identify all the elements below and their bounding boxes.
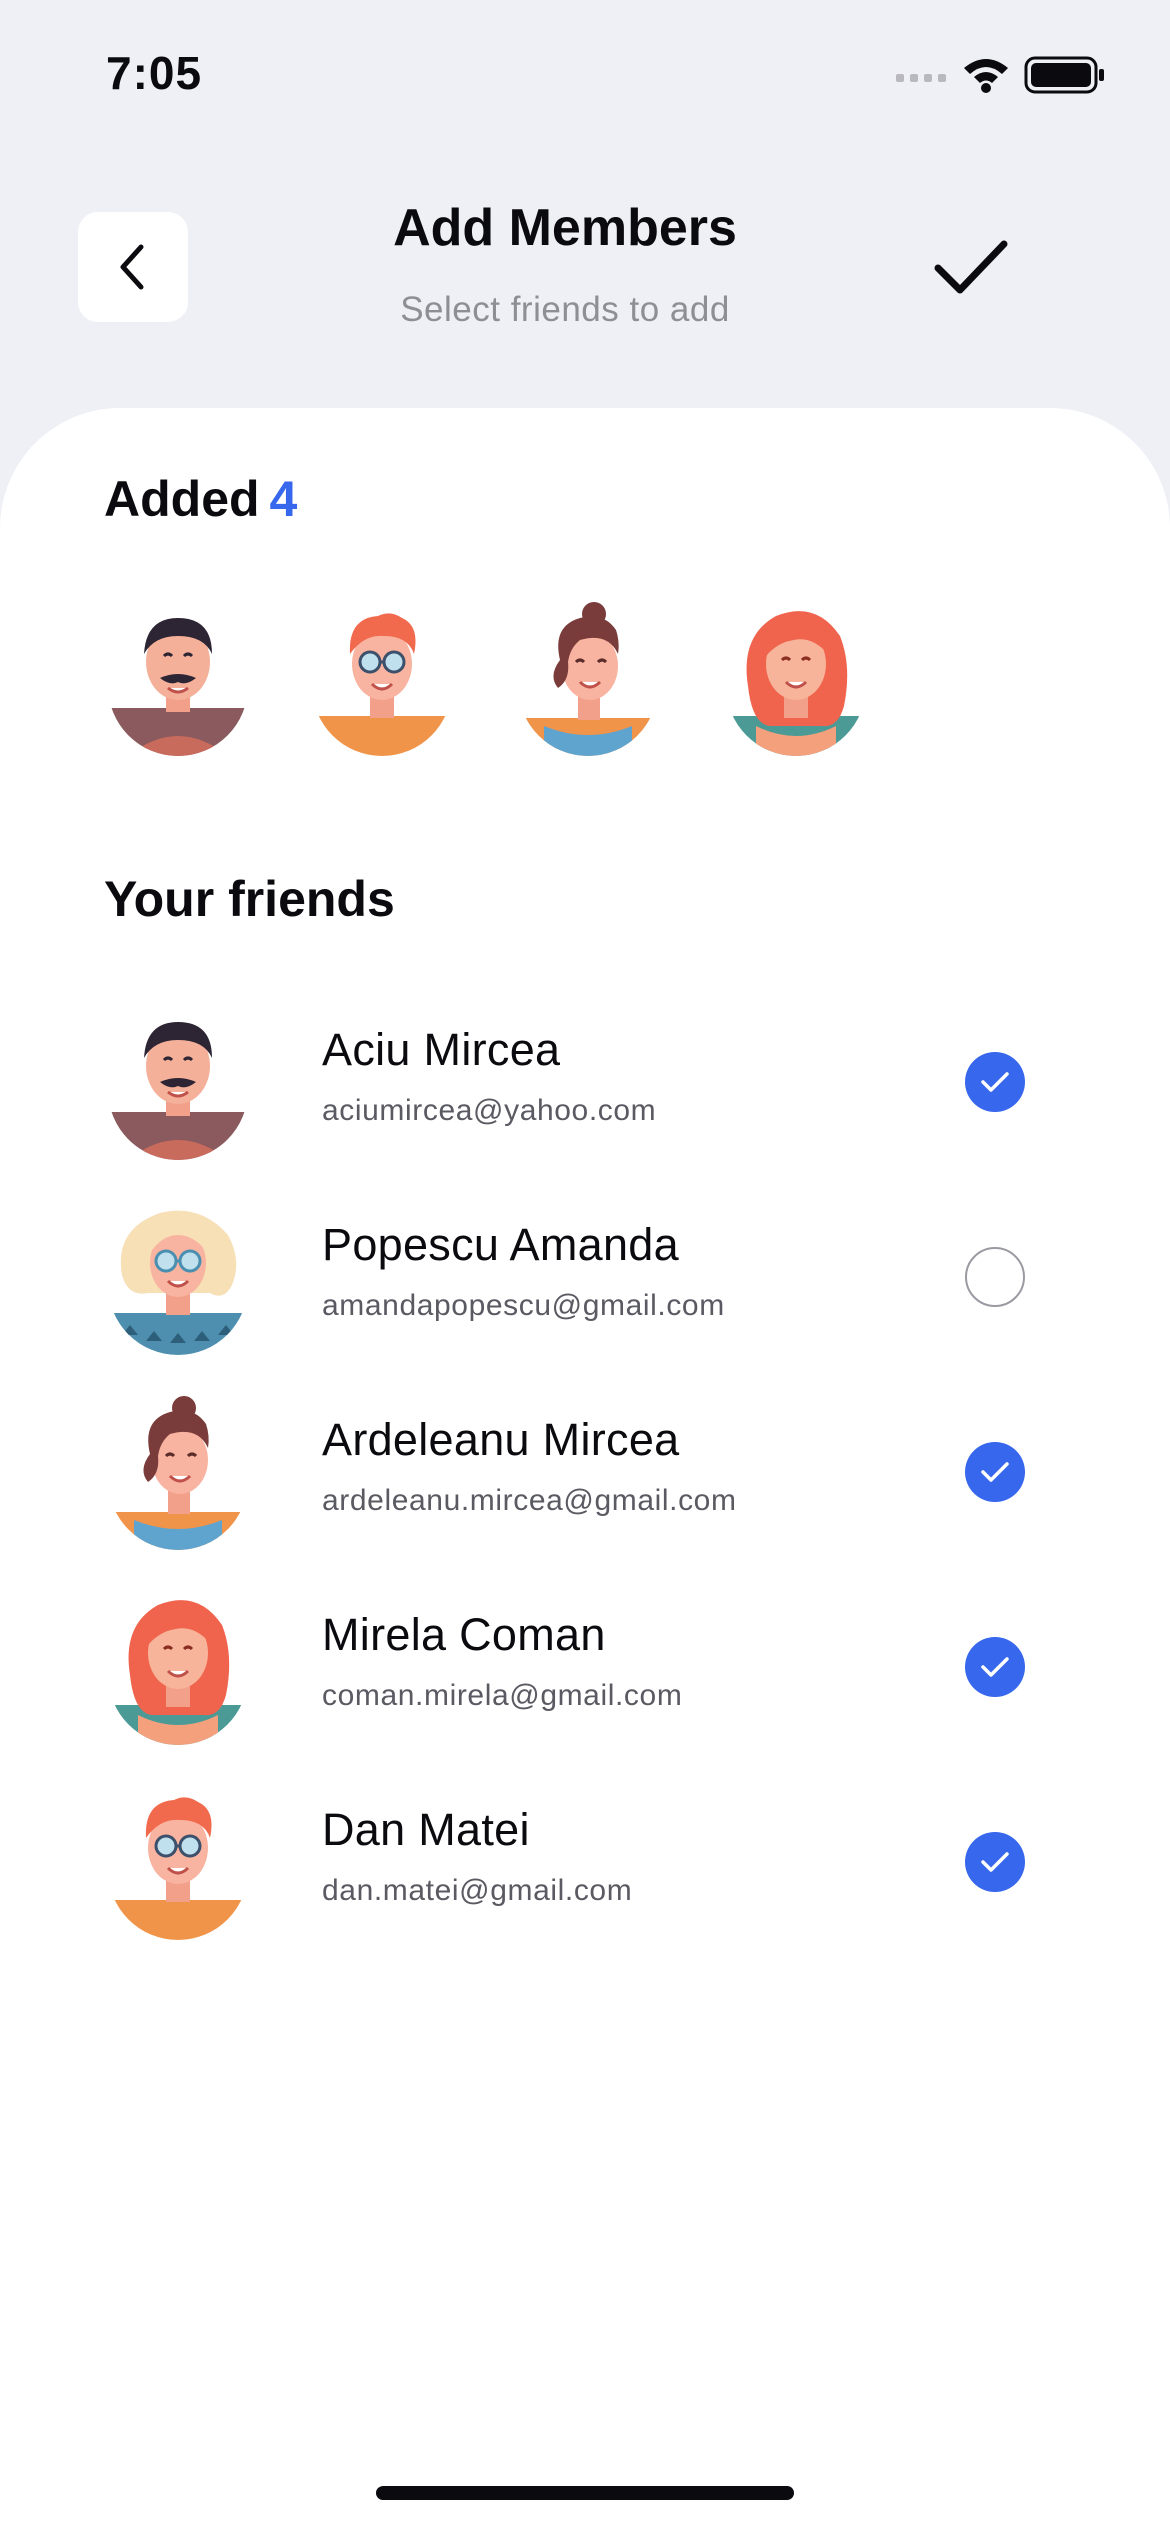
status-icons	[896, 56, 1104, 94]
selected-checkbox[interactable]	[965, 1052, 1025, 1112]
friend-row[interactable]: Aciu Mircea aciumircea@yahoo.com	[0, 1000, 1170, 1170]
friend-email: aciumircea@yahoo.com	[322, 1094, 657, 1127]
added-avatar-4[interactable]	[726, 596, 866, 756]
friend-email: coman.mirela@gmail.com	[322, 1679, 683, 1712]
friend-name: Aciu Mircea	[322, 1024, 561, 1075]
checkmark-icon	[981, 1852, 1009, 1872]
checkmark-icon	[981, 1072, 1009, 1092]
cellular-signal-icon	[896, 74, 946, 82]
added-avatar-2[interactable]	[312, 596, 452, 756]
selected-checkbox[interactable]	[965, 1637, 1025, 1697]
friend-row[interactable]: Popescu Amanda amandapopescu@gmail.com	[0, 1195, 1170, 1365]
wifi-icon	[964, 59, 1008, 93]
home-indicator[interactable]	[376, 2486, 794, 2500]
friend-row[interactable]: Mirela Coman coman.mirela@gmail.com	[0, 1585, 1170, 1755]
avatar	[108, 1000, 248, 1160]
unselected-checkbox[interactable]	[965, 1247, 1025, 1307]
added-label: Added	[104, 471, 260, 527]
added-count: 4	[269, 471, 298, 527]
avatar	[108, 1585, 248, 1745]
friend-name: Dan Matei	[322, 1804, 530, 1855]
avatar	[108, 1390, 248, 1550]
friend-row[interactable]: Dan Matei dan.matei@gmail.com	[0, 1780, 1170, 1950]
selected-checkbox[interactable]	[965, 1442, 1025, 1502]
added-avatar-3[interactable]	[518, 596, 658, 756]
added-heading: Added 4	[104, 470, 297, 528]
friend-name: Ardeleanu Mircea	[322, 1414, 680, 1465]
confirm-checkmark-icon[interactable]	[930, 232, 1012, 302]
friend-email: amandapopescu@gmail.com	[322, 1289, 725, 1322]
friend-email: ardeleanu.mircea@gmail.com	[322, 1484, 737, 1517]
checkmark-icon	[981, 1657, 1009, 1677]
friends-heading: Your friends	[104, 871, 395, 927]
friend-email: dan.matei@gmail.com	[322, 1874, 633, 1907]
friend-name: Popescu Amanda	[322, 1219, 679, 1270]
selected-checkbox[interactable]	[965, 1832, 1025, 1892]
avatar	[108, 1195, 248, 1355]
friend-name: Mirela Coman	[322, 1609, 606, 1660]
added-avatar-1[interactable]	[108, 596, 248, 756]
battery-icon	[1024, 56, 1104, 94]
status-time: 7:05	[106, 47, 203, 99]
avatar	[108, 1780, 248, 1940]
checkmark-icon	[981, 1462, 1009, 1482]
friend-row[interactable]: Ardeleanu Mircea ardeleanu.mircea@gmail.…	[0, 1390, 1170, 1560]
